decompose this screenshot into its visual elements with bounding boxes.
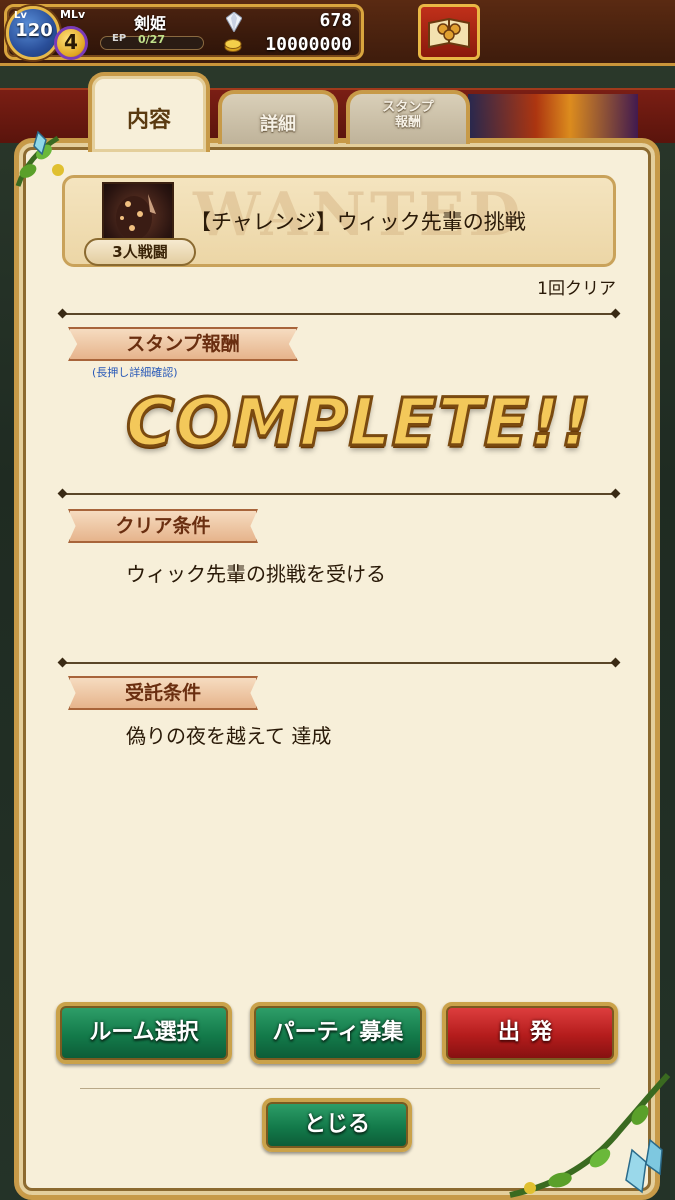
accept-condition-heading: 受託条件 [68, 676, 258, 710]
quest-title: 【チャレンジ】ウィック先輩の挑戦 [190, 210, 526, 234]
accept-condition-text: 偽りの夜を越えて 達成 [126, 724, 332, 748]
ep-label: EP [112, 33, 127, 44]
master-level-label: MLv [60, 8, 86, 21]
coin-count: 10000000 [265, 34, 352, 55]
gem-count: 678 [319, 10, 352, 31]
depart-button[interactable]: 出発 [442, 1002, 618, 1064]
stamp-reward-heading: スタンプ報酬 [68, 327, 298, 361]
clear-condition-text: ウィック先輩の挑戦を受ける [126, 562, 386, 586]
ep-value: 0/27 [138, 33, 165, 46]
tab-content-label: 内容 [126, 108, 171, 133]
section-divider [62, 493, 616, 495]
section-divider [62, 313, 616, 315]
book-menu-button[interactable] [418, 4, 480, 60]
vine-corner-decoration-icon [509, 1072, 671, 1198]
book-icon [428, 17, 470, 49]
close-button[interactable]: とじる [262, 1098, 412, 1152]
gem-icon [226, 12, 242, 32]
party-recruit-button[interactable]: パーティ募集 [250, 1002, 426, 1064]
clear-condition-heading: クリア条件 [68, 509, 258, 543]
tab-content[interactable]: 内容 [88, 72, 210, 152]
section-divider [62, 662, 616, 664]
room-select-button[interactable]: ルーム選択 [56, 1002, 232, 1064]
player-name: 剣姫 [133, 14, 166, 33]
tab-stamp-reward[interactable]: スタンプ 報酬 [346, 90, 470, 144]
banner-artwork [468, 94, 638, 138]
status-bar: Lv 120 MLv 4 剣姫 EP 0/27 678 10000000 [0, 0, 675, 66]
long-press-hint: (長押し詳細確認) [92, 366, 178, 379]
battle-type-badge: 3人戦闘 [84, 238, 196, 266]
tab-detail-label: 詳細 [260, 114, 296, 135]
coin-icon [224, 39, 242, 52]
tab-detail[interactable]: 詳細 [218, 90, 338, 144]
master-level-value: 4 [64, 30, 78, 54]
stamp-complete-indicator[interactable]: COMPLETE!! [125, 383, 593, 463]
clear-count: 1回クリア [537, 279, 616, 299]
tab-stamp-reward-label: スタンプ 報酬 [382, 100, 434, 130]
level-value: 120 [15, 20, 53, 41]
